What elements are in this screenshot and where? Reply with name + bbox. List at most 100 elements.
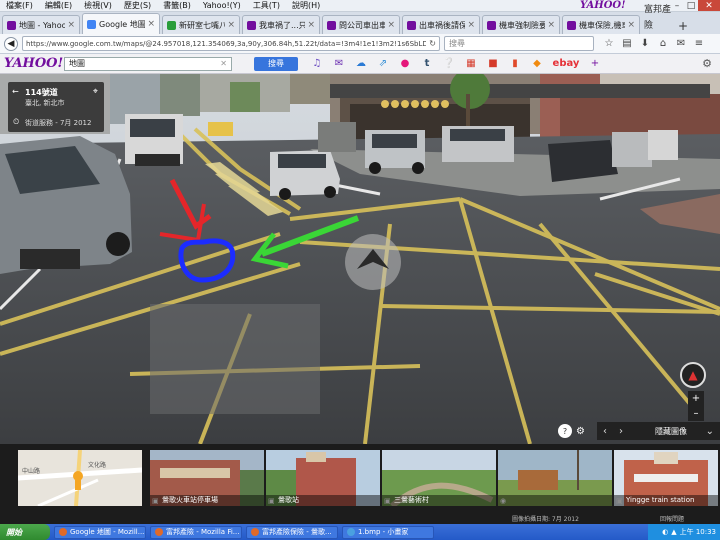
prev-arrow-icon[interactable]: ‹ <box>596 422 613 440</box>
new-tab-button[interactable]: + <box>674 18 692 34</box>
chevron-down-icon[interactable]: ⌄ <box>699 422 720 440</box>
street-view-image[interactable] <box>0 74 720 444</box>
flickr-icon[interactable]: ● <box>394 58 416 69</box>
tab-forum[interactable]: 新研室七嘴八...× <box>162 15 240 34</box>
tab-favicon-icon <box>407 20 416 30</box>
yahoo-query-text: 地圖 <box>69 59 85 68</box>
clock-icon[interactable]: ⏲ <box>13 117 19 127</box>
bell-icon[interactable]: ♫ <box>306 58 328 69</box>
tab-close-icon[interactable]: × <box>307 20 315 30</box>
network-icon[interactable]: ▲ <box>671 528 676 536</box>
photo-caption: 鶯歌站 <box>266 495 380 506</box>
tab-close-icon[interactable]: × <box>147 19 155 29</box>
chat-icon[interactable]: ✉ <box>672 38 690 49</box>
menu-file[interactable]: 檔案(F) <box>0 0 39 12</box>
navigation-bar: ◀ https://www.google.com.tw/maps/@24.957… <box>0 34 720 54</box>
maximize-button[interactable]: □ <box>684 0 698 11</box>
tab-overflow-label[interactable]: 富邦產險 <box>644 2 674 34</box>
tumblr-icon[interactable]: t <box>416 58 438 69</box>
mail-icon[interactable]: ✉ <box>328 58 350 69</box>
menu-edit[interactable]: 編輯(E) <box>39 0 78 12</box>
report-problem-link[interactable]: 回報問題 <box>660 516 684 524</box>
bookmark-star-icon[interactable]: ☆ <box>600 38 618 49</box>
photo-thumbnail[interactable]: ◉ <box>498 450 612 506</box>
menu-view[interactable]: 檢視(V) <box>78 0 118 12</box>
answers-icon[interactable]: ❔ <box>438 58 460 69</box>
tab-favicon-icon <box>487 20 496 30</box>
clear-icon[interactable]: ✕ <box>220 59 227 68</box>
taskbar-item[interactable]: 富邦產險 - Mozilla Fi... <box>150 525 242 539</box>
zoom-control: + – <box>688 391 704 421</box>
photo-thumbnail[interactable]: ▣ 三鶯藝術村 <box>382 450 496 506</box>
ebay-link[interactable]: ebay <box>548 58 584 69</box>
bookmarks-list-icon[interactable]: ▤ <box>618 38 636 49</box>
tab-close-icon[interactable]: × <box>67 20 75 30</box>
back-arrow-icon[interactable]: ← <box>12 87 19 96</box>
hide-imagery-button[interactable]: 隱藏圖像 <box>628 422 700 440</box>
browser-search-input[interactable]: 搜尋 <box>444 36 594 51</box>
taskbar-item[interactable]: 1.bmp - 小畫家 <box>342 525 434 539</box>
yahoo-logo[interactable]: YAHOO! <box>4 56 64 71</box>
compass-icon[interactable]: ▲ <box>680 362 706 388</box>
back-button[interactable]: ◀ <box>4 36 18 51</box>
settings-gear-icon[interactable]: ⚙ <box>576 426 585 437</box>
taskbar-item[interactable]: Google 地圖 - Mozill... <box>54 525 146 539</box>
tab-close-icon[interactable]: × <box>547 20 555 30</box>
chart-icon[interactable]: ⇗ <box>372 58 394 69</box>
map-pin-icon[interactable]: ⌖ <box>93 87 98 97</box>
map-footer: 圖像拍攝日期: 7月 2012 回報問題 <box>0 516 720 524</box>
minimap-graphic <box>18 450 142 506</box>
home-icon[interactable]: ⌂ <box>654 38 672 49</box>
tab-answers-5[interactable]: 機車保險,機車強制...× <box>562 15 640 34</box>
yahoo-search-input[interactable]: 地圖 ✕ <box>64 56 232 71</box>
tab-close-icon[interactable]: × <box>227 20 235 30</box>
window-controls: – □ ✕ <box>670 0 720 11</box>
download-icon[interactable]: ⬇ <box>636 38 654 49</box>
tab-close-icon[interactable]: × <box>387 20 395 30</box>
minimap[interactable]: 中山路 文化路 <box>18 450 142 506</box>
taskbar-item[interactable]: 富邦產險保險 - 鶯歌... <box>246 525 338 539</box>
menu-icon[interactable]: ≡ <box>690 38 708 49</box>
shopping-icon[interactable]: ◆ <box>526 58 548 69</box>
taskbar-item-label: 富邦產險 - Mozilla Fi... <box>166 528 240 536</box>
next-arrow-icon[interactable]: › <box>612 422 629 440</box>
tab-answers-4[interactable]: 機車強制險要...× <box>482 15 560 34</box>
clock-text[interactable]: 上午 10:33 <box>680 527 716 537</box>
yahoo-search-button[interactable]: 搜尋 <box>254 56 298 71</box>
bookmark-icon[interactable]: ▮ <box>504 58 526 69</box>
start-button[interactable]: 開始 <box>0 524 50 540</box>
tab-yahoo-map[interactable]: 地圖 - Yahoo奇...× <box>2 15 80 34</box>
menu-history[interactable]: 歷史(S) <box>118 0 157 12</box>
image-date: 圖像拍攝日期: 7月 2012 <box>512 516 579 523</box>
news-icon[interactable]: ■ <box>482 58 504 69</box>
url-bar[interactable]: https://www.google.com.tw/maps/@24.95701… <box>22 36 440 51</box>
tab-answers-1[interactable]: 我車禍了...只有...× <box>242 15 320 34</box>
reload-icon[interactable]: ↻ <box>429 39 436 48</box>
photo-thumbnail[interactable]: ▣ Yingge train station <box>614 450 718 506</box>
add-icon[interactable]: + <box>584 58 606 69</box>
zoom-out-button[interactable]: – <box>694 408 699 419</box>
url-text[interactable]: https://www.google.com.tw/maps/@24.95701… <box>26 40 426 48</box>
tab-close-icon[interactable]: × <box>627 20 635 30</box>
menu-tools[interactable]: 工具(T) <box>247 0 286 12</box>
photo-thumbnail[interactable]: ▣ 鶯歌火車站停車場 <box>150 450 264 506</box>
close-window-button[interactable]: ✕ <box>698 0 720 11</box>
tab-google-maps[interactable]: Google 地圖 × <box>82 13 160 34</box>
tab-answers-3[interactable]: 出車禍後請保...× <box>402 15 480 34</box>
capture-date: 街道服務 - 7月 2012 <box>25 119 92 127</box>
menu-yahoo[interactable]: Yahoo!(Y) <box>197 0 247 12</box>
menu-bookmarks[interactable]: 書籤(B) <box>157 0 197 12</box>
tab-answers-2[interactable]: 問公司車出車...× <box>322 15 400 34</box>
firefox-icon <box>155 528 163 536</box>
calendar-icon[interactable]: ▦ <box>460 58 482 69</box>
weather-icon[interactable]: ☁ <box>350 58 372 69</box>
help-button[interactable]: ? <box>558 424 572 438</box>
photo-thumbnail[interactable]: ▣ 鶯歌站 <box>266 450 380 506</box>
menu-help[interactable]: 說明(H) <box>286 0 326 12</box>
gear-icon[interactable]: ⚙ <box>702 57 712 70</box>
tab-label: 新研室七嘴八... <box>179 20 226 30</box>
street-view-panorama[interactable]: ← 114號道 臺北, 新北市 ⌖ ⏲ 街道服務 - 7月 2012 ▲ + –… <box>0 74 720 516</box>
zoom-in-button[interactable]: + <box>692 393 700 404</box>
volume-icon[interactable]: ◐ <box>662 528 668 536</box>
tab-close-icon[interactable]: × <box>467 20 475 30</box>
